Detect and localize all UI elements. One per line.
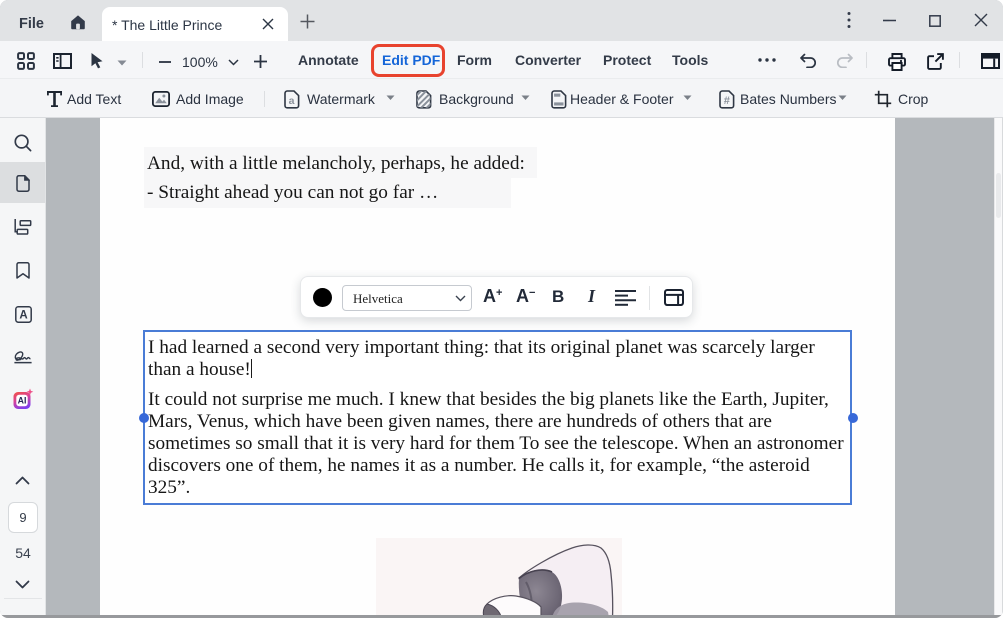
svg-text:a: a bbox=[289, 95, 295, 107]
svg-text:A: A bbox=[19, 310, 27, 322]
svg-text:#: # bbox=[724, 95, 730, 107]
svg-text:AI: AI bbox=[18, 396, 27, 406]
